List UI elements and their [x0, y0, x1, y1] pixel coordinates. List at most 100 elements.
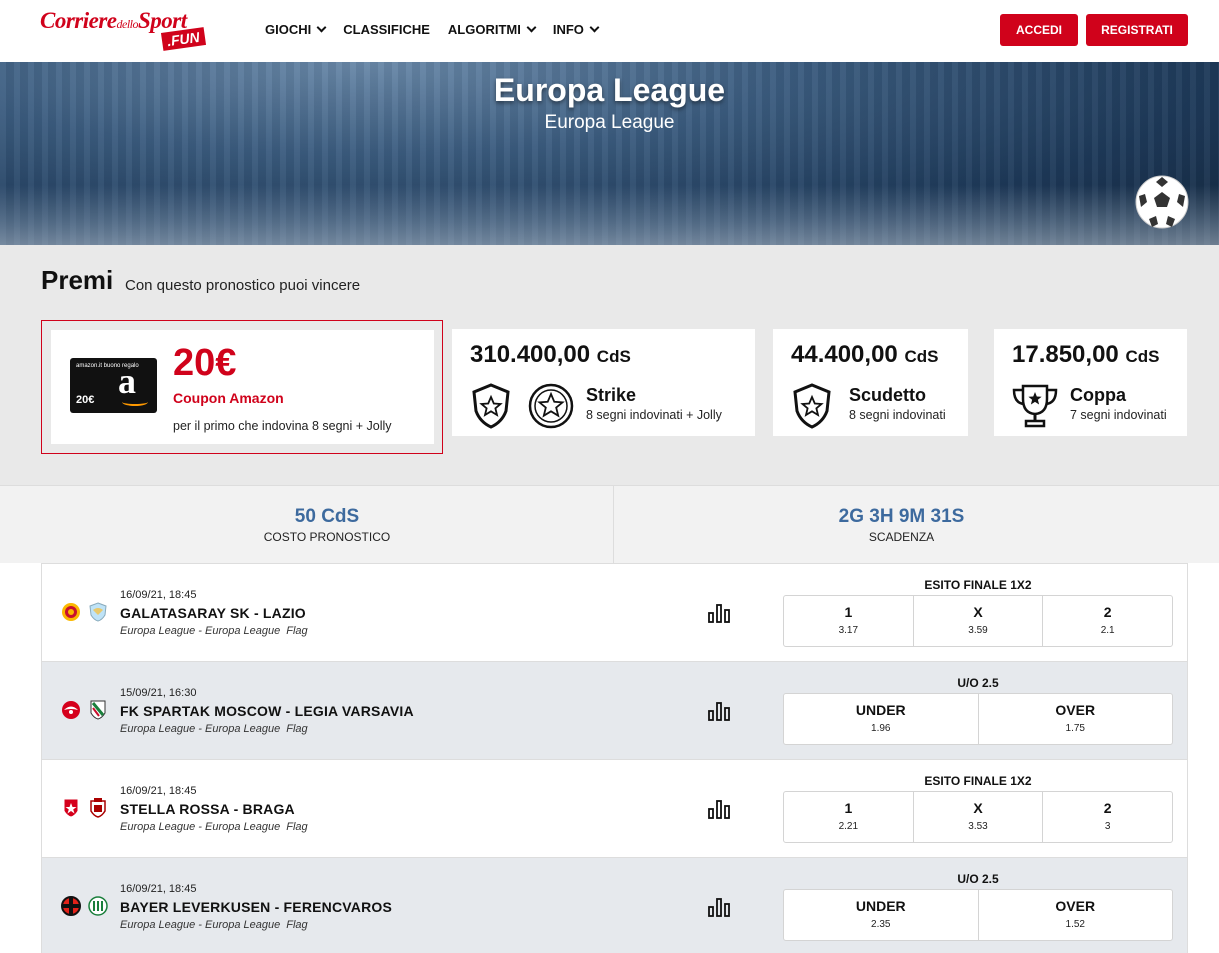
prize-description: 7 segni indovinati: [1070, 408, 1167, 422]
match-teams[interactable]: GALATASARAY SK - LAZIO: [120, 605, 306, 621]
match-teams[interactable]: FK SPARTAK MOSCOW - LEGIA VARSAVIA: [120, 703, 414, 719]
nav-algoritmi[interactable]: ALGORITMI: [448, 22, 537, 37]
odd-label: X: [973, 800, 983, 816]
prize-description: 8 segni indovinati + Jolly: [586, 408, 722, 422]
odd-label: UNDER: [855, 702, 906, 718]
match-row: 16/09/21, 18:45 STELLA ROSSA - BRAGA Eur…: [42, 760, 1187, 858]
odd-option[interactable]: 23: [1043, 792, 1172, 842]
team-crest-icon: [62, 701, 80, 719]
prize-amount: 310.400,00 CdS: [470, 341, 631, 369]
main-prize-card: amazon.it buono regalo a 20€ 20€ Coupon …: [41, 320, 443, 454]
flag-link[interactable]: Flag: [286, 625, 307, 637]
odds-group: UNDER 1.96 OVER 1.75: [783, 693, 1173, 745]
odd-option[interactable]: X 3.59: [914, 596, 1044, 646]
prize-card-coppa: 17.850,00 CdS Coppa 7 segni indovinati: [994, 329, 1187, 436]
match-teams[interactable]: STELLA ROSSA - BRAGA: [120, 801, 295, 817]
amazon-logo-letter: a: [118, 361, 136, 401]
flag-link[interactable]: Flag: [286, 919, 307, 931]
odd-label: X: [973, 604, 983, 620]
cost-value: 50 CdS: [294, 506, 360, 527]
page-title: Europa League: [493, 72, 726, 108]
chevron-down-icon: [316, 22, 327, 33]
register-button[interactable]: REGISTRATI: [1086, 14, 1188, 46]
match-datetime: 15/09/21, 16:30: [120, 687, 197, 699]
match-competition: Europa League - Europa League Flag: [120, 723, 308, 735]
match-competition: Europa League - Europa League Flag: [120, 821, 308, 833]
team-crest-icon: [88, 896, 108, 916]
shield-star-icon: [472, 383, 510, 429]
odd-option[interactable]: 1 2.21: [784, 792, 914, 842]
hero-banner: Europa League Europa League: [0, 62, 1219, 245]
odd-label: 2: [1103, 604, 1112, 620]
prize-amount-value: 310.400,00: [470, 341, 591, 368]
nav-classifiche[interactable]: CLASSIFICHE: [343, 22, 430, 37]
odds-group: 1 2.21 X 3.53 23: [783, 791, 1173, 843]
site-logo[interactable]: CorrieredelloSport .FUN: [40, 8, 220, 52]
market-title: U/O 2.5: [957, 872, 999, 886]
chevron-down-icon: [589, 22, 600, 33]
prize-name: Coppa: [1070, 385, 1126, 405]
odd-option[interactable]: OVER 1.75: [979, 694, 1173, 744]
amazon-smile-icon: [122, 398, 148, 406]
team-crest-icon: [90, 700, 106, 720]
odd-option[interactable]: UNDER 2.35: [784, 890, 979, 940]
team-crest-icon: [62, 603, 80, 621]
odd-value: 3.53: [968, 821, 988, 832]
prize-amount-unit: CdS: [904, 347, 939, 366]
competition-name: Europa League - Europa League: [120, 625, 281, 637]
odd-value: 3.59: [968, 625, 988, 636]
gift-card-value: 20€: [76, 394, 95, 406]
shield-star-icon: [793, 383, 831, 429]
competition-name: Europa League - Europa League: [120, 919, 281, 931]
stats-chart-icon[interactable]: [708, 897, 730, 917]
logo-word-2: Sport: [138, 8, 187, 33]
odd-option[interactable]: UNDER 1.96: [784, 694, 979, 744]
nav-giochi[interactable]: GIOCHI: [265, 22, 327, 37]
market-title: U/O 2.5: [957, 676, 999, 690]
flag-link[interactable]: Flag: [286, 723, 307, 735]
odd-value: 1.96: [871, 723, 891, 734]
prize-amount-value: 44.400,00: [791, 341, 898, 368]
cost-label: COSTO PRONOSTICO: [263, 530, 391, 544]
soccer-ball-icon: [1135, 175, 1189, 229]
odd-label: 1: [844, 604, 853, 620]
deadline-label: SCADENZA: [868, 530, 935, 544]
odd-value: 1.52: [1065, 919, 1085, 930]
stats-chart-icon[interactable]: [708, 701, 730, 721]
main-prize-name: Coupon Amazon: [173, 390, 284, 406]
odd-label: OVER: [1055, 702, 1096, 718]
team-crest-icon: [90, 798, 106, 818]
flag-link[interactable]: Flag: [286, 821, 307, 833]
market-title: ESITO FINALE 1X2: [924, 774, 1032, 788]
stats-chart-icon[interactable]: [708, 799, 730, 819]
cost-box: 50 CdS COSTO PRONOSTICO: [41, 486, 614, 564]
odd-value: 2.1: [1100, 625, 1115, 636]
odd-label: UNDER: [855, 898, 906, 914]
stats-chart-icon[interactable]: [708, 603, 730, 623]
nav-info[interactable]: INFO: [553, 22, 600, 37]
odd-value: 1.75: [1065, 723, 1085, 734]
match-teams[interactable]: BAYER LEVERKUSEN - FERENCVAROS: [120, 899, 392, 915]
prizes-section: Premi Con questo pronostico puoi vincere…: [0, 245, 1219, 485]
match-datetime: 16/09/21, 18:45: [120, 785, 197, 797]
match-competition: Europa League - Europa League Flag: [120, 919, 308, 931]
odd-value: 2.35: [871, 919, 891, 930]
prize-amount-value: 17.850,00: [1012, 341, 1119, 368]
logo-word-1: Corriere: [40, 8, 117, 33]
odd-label: 2: [1103, 800, 1112, 816]
stadium-stands: [0, 185, 1219, 245]
match-list: 16/09/21, 18:45 GALATASARAY SK - LAZIO E…: [41, 563, 1188, 953]
prize-name: Strike: [586, 385, 637, 405]
odd-option[interactable]: 2 2.1: [1043, 596, 1172, 646]
odds-group: 1 3.17 X 3.59 2 2.1: [783, 595, 1173, 647]
prize-amount: 17.850,00 CdS: [1012, 341, 1159, 369]
competition-name: Europa League - Europa League: [120, 723, 281, 735]
deadline-value: 2G 3H 9M 31S: [838, 506, 965, 527]
odd-option[interactable]: X 3.53: [914, 792, 1044, 842]
match-row: 16/09/21, 18:45 BAYER LEVERKUSEN - FEREN…: [42, 858, 1187, 953]
login-button[interactable]: ACCEDI: [1000, 14, 1078, 46]
odd-option[interactable]: 1 3.17: [784, 596, 914, 646]
chevron-down-icon: [526, 22, 537, 33]
pronostico-info: 50 CdS COSTO PRONOSTICO 2G 3H 9M 31S SCA…: [0, 485, 1219, 564]
odd-option[interactable]: OVER 1.52: [979, 890, 1173, 940]
